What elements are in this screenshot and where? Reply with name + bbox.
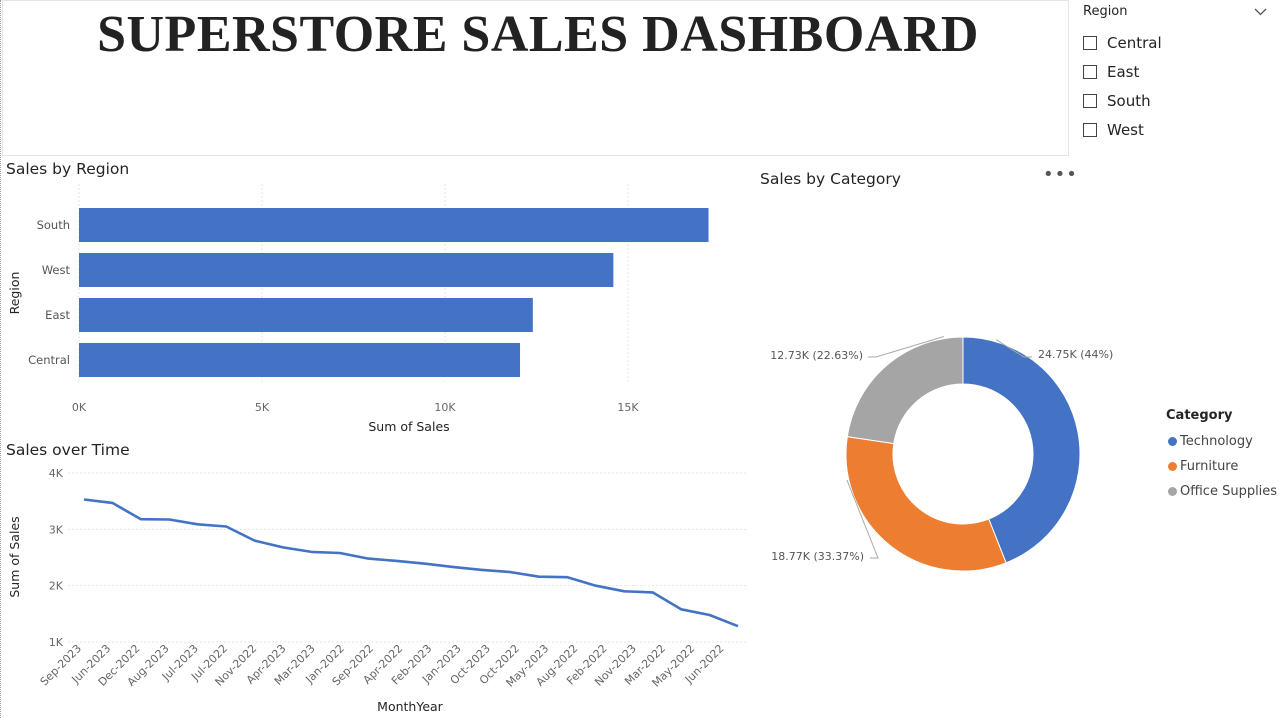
legend-dot xyxy=(1168,462,1177,471)
region-slicer: Region Central East South West xyxy=(1083,4,1273,144)
legend-label: Office Supplies xyxy=(1180,484,1278,499)
slicer-option-label: West xyxy=(1107,120,1144,139)
title-panel: SUPERSTORE SALES DASHBOARD xyxy=(2,0,1069,156)
slicer-option-central[interactable]: Central xyxy=(1083,28,1273,57)
y-tick-label: East xyxy=(45,308,70,322)
category-legend: Category Technology Furniture Office Sup… xyxy=(1166,408,1277,504)
x-tick-label: 10K xyxy=(434,401,456,414)
checkbox[interactable] xyxy=(1083,122,1097,137)
data-label: 24.75K (44%) xyxy=(1038,348,1113,361)
sales-by-category-chart: 24.75K (44%) 18.77K (33.37%) 12.73K (22.63… xyxy=(770,336,1113,572)
slicer-option-label: Central xyxy=(1107,33,1162,52)
legend-item-furniture[interactable]: Furniture xyxy=(1166,454,1277,479)
more-options-icon[interactable]: ••• xyxy=(1043,164,1078,185)
slicer-option-label: South xyxy=(1107,91,1151,110)
slicer-option-south[interactable]: South xyxy=(1083,86,1273,115)
legend-dot xyxy=(1168,487,1177,496)
data-label: 12.73K (22.63%) xyxy=(770,349,863,362)
x-axis-title: Sum of Sales xyxy=(368,419,449,434)
x-axis-title: MonthYear xyxy=(377,699,444,714)
y-tick-label: West xyxy=(42,263,71,277)
legend-item-technology[interactable]: Technology xyxy=(1166,429,1277,454)
y-tick-label: 3K xyxy=(49,523,64,536)
bar xyxy=(79,298,533,332)
y-tick-label: South xyxy=(37,218,70,232)
y-axis-title: Region xyxy=(7,272,22,315)
dashboard-title: SUPERSTORE SALES DASHBOARD xyxy=(97,6,979,63)
line-chart-title: Sales over Time xyxy=(6,441,130,459)
donut-chart-title: Sales by Category xyxy=(760,170,901,188)
y-tick-label: 1K xyxy=(49,636,64,649)
x-tick-label: 15K xyxy=(617,401,639,414)
y-axis-title: Sum of Sales xyxy=(7,516,22,597)
checkbox[interactable] xyxy=(1083,93,1097,108)
legend-dot xyxy=(1168,437,1177,446)
legend-label: Technology xyxy=(1180,434,1253,449)
slicer-header[interactable]: Region xyxy=(1083,4,1273,22)
x-tick-label: 5K xyxy=(255,401,270,414)
slice-furniture xyxy=(845,436,1007,572)
series-line xyxy=(83,498,739,628)
y-tick-label: 2K xyxy=(49,580,64,593)
data-label: 18.77K (33.37%) xyxy=(771,550,864,563)
x-tick-label: 0K xyxy=(72,401,87,414)
bar-chart-title: Sales by Region xyxy=(6,160,130,178)
legend-title: Category xyxy=(1166,408,1233,423)
chevron-down-icon[interactable] xyxy=(1254,5,1267,19)
slicer-option-east[interactable]: East xyxy=(1083,57,1273,86)
slicer-option-west[interactable]: West xyxy=(1083,115,1273,144)
slicer-option-label: East xyxy=(1107,62,1140,81)
bar xyxy=(79,343,521,377)
slicer-label: Region xyxy=(1083,4,1128,19)
sales-by-region-chart: 0K 5K 10K 15K South West East Central Sum of Sal… xyxy=(7,184,709,434)
legend-item-office-supplies[interactable]: Office Supplies xyxy=(1166,479,1277,504)
bar xyxy=(79,253,614,287)
slice-office-supplies xyxy=(846,336,964,445)
sales-over-time-chart: 1K2K3K4KSep-2023Jun-2023Dec-2022Aug-2023… xyxy=(7,467,748,714)
y-tick-label: Central xyxy=(28,353,70,367)
legend-label: Furniture xyxy=(1180,459,1239,474)
bar xyxy=(79,208,709,242)
y-tick-label: 4K xyxy=(49,467,64,480)
checkbox[interactable] xyxy=(1083,64,1097,79)
checkbox[interactable] xyxy=(1083,35,1097,50)
